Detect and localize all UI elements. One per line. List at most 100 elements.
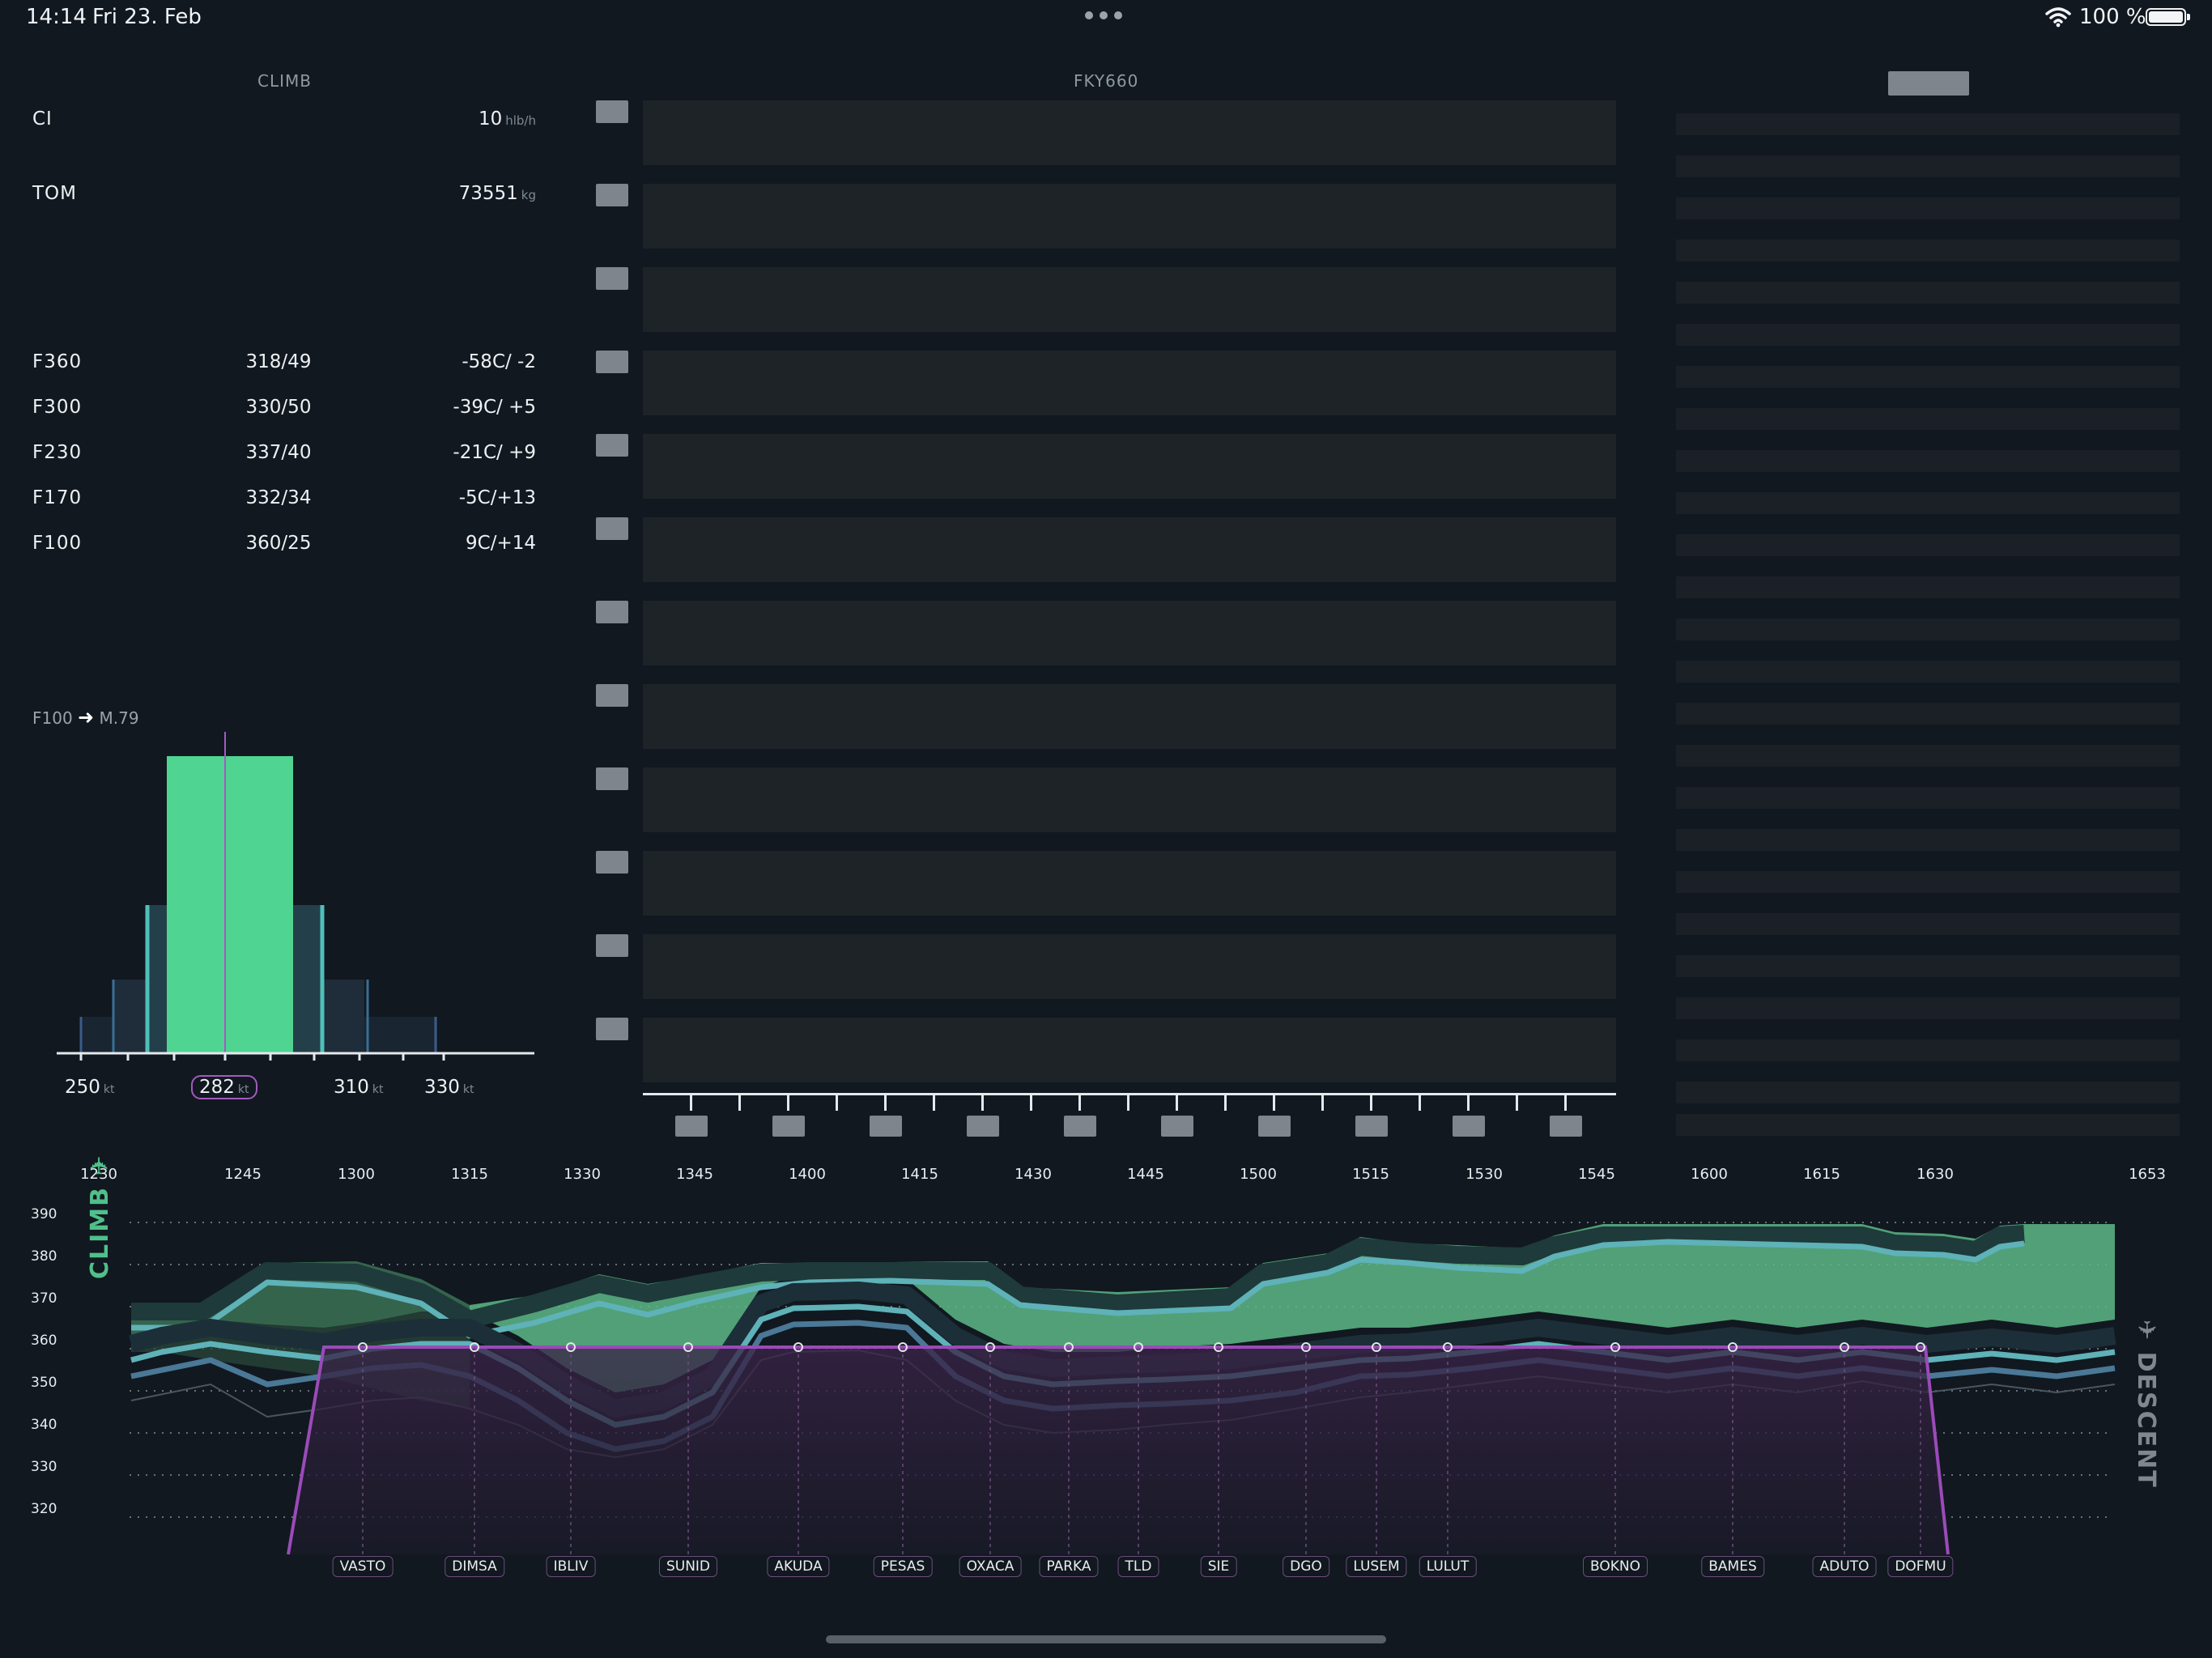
waypoint-label[interactable]: ADUTO bbox=[1812, 1556, 1877, 1577]
waypoint-label[interactable]: DOFMU bbox=[1887, 1556, 1954, 1577]
grid-row bbox=[643, 601, 1616, 665]
waypoint-label[interactable]: SIE bbox=[1200, 1556, 1237, 1577]
row-handle[interactable] bbox=[596, 934, 628, 957]
climb-side-label: CLIMB ✈ bbox=[86, 1154, 114, 1279]
speed-label[interactable]: 330 kt bbox=[424, 1077, 474, 1098]
list-row bbox=[1676, 1114, 2180, 1136]
row-handle[interactable] bbox=[596, 601, 628, 623]
row-handle[interactable] bbox=[596, 767, 628, 790]
waypoint-label[interactable]: BOKNO bbox=[1583, 1556, 1648, 1577]
list-row bbox=[1676, 619, 2180, 640]
row-handle[interactable] bbox=[596, 434, 628, 457]
grid-row bbox=[643, 934, 1616, 999]
row-handle[interactable] bbox=[596, 684, 628, 707]
row-handle[interactable] bbox=[596, 184, 628, 206]
level-row-fl: F300 bbox=[32, 397, 83, 418]
waypoint-label[interactable]: LUSEM bbox=[1346, 1556, 1407, 1577]
column-handle[interactable] bbox=[772, 1116, 805, 1137]
time-label: 1330 bbox=[564, 1166, 601, 1183]
waypoint-label[interactable]: PARKA bbox=[1039, 1556, 1099, 1577]
home-indicator[interactable] bbox=[826, 1635, 1386, 1643]
waypoint-label[interactable]: LULUT bbox=[1419, 1556, 1477, 1577]
column-handle[interactable] bbox=[675, 1116, 708, 1137]
grid-row bbox=[643, 100, 1616, 165]
level-row-temp: -21C/ +9 bbox=[453, 442, 536, 463]
row-handle[interactable] bbox=[596, 517, 628, 540]
axis-tick bbox=[933, 1095, 935, 1111]
time-label: 1530 bbox=[1465, 1166, 1503, 1183]
time-label: 1615 bbox=[1803, 1166, 1840, 1183]
row-handle[interactable] bbox=[596, 351, 628, 373]
list-row bbox=[1676, 745, 2180, 767]
axis-tick bbox=[1467, 1095, 1470, 1111]
level-row-wind: 332/34 bbox=[245, 487, 312, 508]
waypoint-label[interactable]: BAMES bbox=[1701, 1556, 1764, 1577]
climb-panel-title: CLIMB bbox=[257, 71, 312, 91]
list-row bbox=[1676, 1039, 2180, 1061]
axis-tick bbox=[884, 1095, 887, 1111]
column-handle[interactable] bbox=[1161, 1116, 1193, 1137]
waypoint-label[interactable]: DGO bbox=[1283, 1556, 1329, 1577]
row-handle[interactable] bbox=[596, 267, 628, 290]
ci-value[interactable]: 10 hlb/h bbox=[372, 108, 536, 130]
list-row bbox=[1676, 282, 2180, 304]
waypoint-label[interactable]: TLD bbox=[1117, 1556, 1159, 1577]
waypoint-label[interactable]: OXACA bbox=[959, 1556, 1022, 1577]
list-row bbox=[1676, 829, 2180, 851]
list-row bbox=[1676, 450, 2180, 472]
time-label: 1430 bbox=[1015, 1166, 1052, 1183]
list-row bbox=[1676, 913, 2180, 935]
level-row-temp: 9C/+14 bbox=[466, 533, 536, 554]
waypoint-label[interactable]: AKUDA bbox=[767, 1556, 830, 1577]
level-row-wind: 337/40 bbox=[245, 442, 312, 463]
battery-icon bbox=[2146, 8, 2190, 26]
list-row bbox=[1676, 871, 2180, 893]
speed-label-selected[interactable]: 282 kt bbox=[191, 1075, 257, 1099]
waypoint-label[interactable]: PESAS bbox=[873, 1556, 933, 1577]
column-handle[interactable] bbox=[1550, 1116, 1582, 1137]
vertical-profile-chart[interactable] bbox=[0, 1206, 2212, 1562]
speed-chart-header: F100 ➜ M.79 bbox=[32, 706, 139, 729]
multitasking-icon[interactable] bbox=[1085, 11, 1125, 21]
row-handle[interactable] bbox=[596, 1018, 628, 1040]
list-row bbox=[1676, 155, 2180, 177]
status-time: 14:14 bbox=[26, 5, 87, 29]
list-row bbox=[1676, 240, 2180, 261]
time-label: 1345 bbox=[676, 1166, 713, 1183]
speed-histogram[interactable] bbox=[49, 729, 542, 1061]
list-row bbox=[1676, 492, 2180, 514]
waypoint-label[interactable]: VASTO bbox=[332, 1556, 393, 1577]
grid-row bbox=[643, 267, 1616, 332]
column-handle[interactable] bbox=[967, 1116, 999, 1137]
row-handle[interactable] bbox=[596, 851, 628, 874]
column-handle[interactable] bbox=[1453, 1116, 1485, 1137]
axis-tick bbox=[738, 1095, 741, 1111]
speed-label[interactable]: 310 kt bbox=[334, 1077, 384, 1098]
right-panel-handle[interactable] bbox=[1888, 71, 1969, 96]
time-label: 1500 bbox=[1240, 1166, 1277, 1183]
column-handle[interactable] bbox=[1258, 1116, 1291, 1137]
column-handle[interactable] bbox=[1064, 1116, 1096, 1137]
descent-side-label: ✈ DESCENT bbox=[2132, 1320, 2160, 1489]
time-label: 1415 bbox=[901, 1166, 938, 1183]
time-label: 1300 bbox=[338, 1166, 375, 1183]
ci-label: CI bbox=[32, 108, 53, 130]
waypoint-label[interactable]: IBLIV bbox=[546, 1556, 596, 1577]
axis-tick bbox=[836, 1095, 838, 1111]
waypoint-label[interactable]: SUNID bbox=[658, 1556, 718, 1577]
row-handle[interactable] bbox=[596, 100, 628, 123]
speed-label[interactable]: 250 kt bbox=[65, 1077, 115, 1098]
axis-tick bbox=[1176, 1095, 1178, 1111]
column-handle[interactable] bbox=[1355, 1116, 1388, 1137]
column-handle[interactable] bbox=[870, 1116, 902, 1137]
level-row-fl: F360 bbox=[32, 351, 83, 372]
tom-value[interactable]: 73551 kg bbox=[372, 183, 536, 204]
level-row-wind: 330/50 bbox=[245, 397, 312, 418]
histogram-bar-selected bbox=[167, 756, 293, 1052]
waypoint-label[interactable]: DIMSA bbox=[445, 1556, 504, 1577]
grid-row bbox=[643, 851, 1616, 916]
time-label: 1600 bbox=[1691, 1166, 1728, 1183]
list-row bbox=[1676, 198, 2180, 219]
list-row bbox=[1676, 703, 2180, 725]
level-row-temp: -58C/ -2 bbox=[462, 351, 536, 372]
